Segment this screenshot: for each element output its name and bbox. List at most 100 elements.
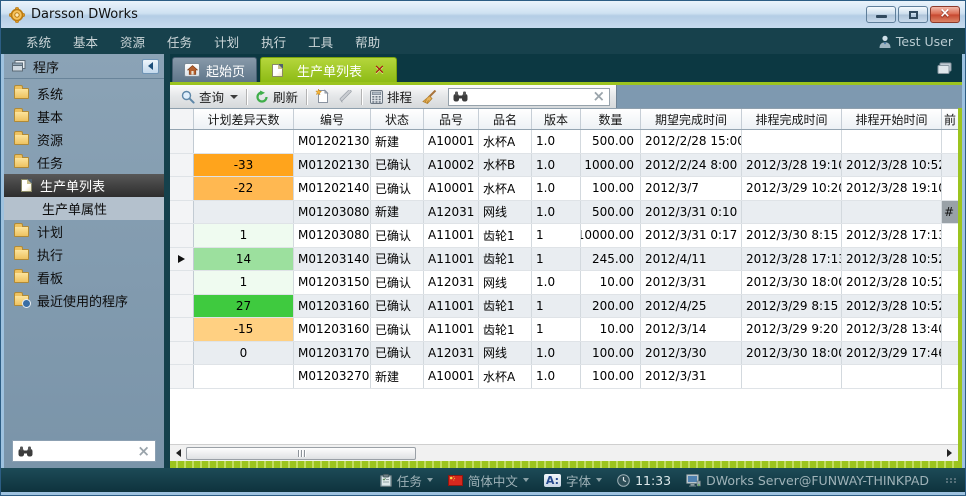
refresh-icon bbox=[255, 90, 269, 104]
sidebar-collapse-button[interactable] bbox=[142, 59, 159, 74]
status-task-menu[interactable]: 任务 bbox=[380, 471, 433, 490]
table-row[interactable]: 14M012031402已确认A11001齿轮11245.002012/4/11… bbox=[170, 248, 958, 272]
sidebar-item-资源[interactable]: 资源 bbox=[4, 128, 164, 151]
tab-close-icon[interactable]: ✕ bbox=[374, 63, 385, 78]
column-header-4[interactable]: 品名 bbox=[479, 109, 532, 129]
row-selector[interactable] bbox=[170, 177, 194, 200]
window-list-icon[interactable] bbox=[937, 62, 952, 74]
sidebar-item-基本[interactable]: 基本 bbox=[4, 105, 164, 128]
clean-button[interactable] bbox=[417, 87, 442, 107]
sidebar-search-input[interactable] bbox=[37, 443, 133, 459]
table-row[interactable]: -33M012021302已确认A10002水杯B1.01000.002012/… bbox=[170, 154, 958, 178]
cell: 2012/2/28 15:00 bbox=[641, 130, 742, 153]
scroll-left-icon[interactable] bbox=[171, 446, 186, 461]
column-header-7[interactable]: 期望完成时间 bbox=[641, 109, 742, 129]
title-bar: Darsson DWorks × bbox=[1, 1, 965, 28]
sidebar-item-系统[interactable]: 系统 bbox=[4, 82, 164, 105]
new-record-button[interactable] bbox=[310, 87, 334, 107]
sidebar-item-生产单列表[interactable]: 生产单列表 bbox=[4, 174, 164, 197]
sidebar-search-clear-icon[interactable]: × bbox=[137, 444, 150, 459]
menu-item-1[interactable]: 基本 bbox=[62, 32, 109, 51]
toolbar-search-clear-icon[interactable]: × bbox=[592, 89, 605, 104]
tab-label: 生产单列表 bbox=[297, 61, 362, 80]
cell: 1.0 bbox=[532, 365, 581, 388]
binoculars-icon bbox=[453, 91, 468, 102]
cell: 245.00 bbox=[581, 248, 641, 271]
row-selector[interactable] bbox=[170, 318, 194, 341]
resize-grip[interactable] bbox=[946, 478, 957, 483]
sidebar-item-执行[interactable]: 执行 bbox=[4, 243, 164, 266]
user-box[interactable]: Test User bbox=[879, 34, 953, 49]
cell bbox=[742, 130, 842, 153]
tab-start-page[interactable]: 起始页 bbox=[172, 57, 257, 82]
tab-production-order-list[interactable]: 生产单列表 ✕ bbox=[260, 57, 397, 82]
cell: 2012/3/31 0:17 bbox=[641, 224, 742, 247]
chevron-down-icon bbox=[596, 478, 602, 482]
cell: 2012/3/30 bbox=[641, 342, 742, 365]
schedule-button[interactable]: 排程 bbox=[365, 87, 417, 107]
scrollbar-thumb[interactable] bbox=[186, 447, 416, 460]
column-header-8[interactable]: 排程完成时间 bbox=[742, 109, 842, 129]
menu-item-4[interactable]: 计划 bbox=[203, 32, 250, 51]
menu-bar: 系统基本资源任务计划执行工具帮助 Test User bbox=[1, 28, 965, 54]
horizontal-scrollbar[interactable] bbox=[170, 444, 958, 461]
edit-button[interactable] bbox=[334, 87, 358, 107]
status-language-menu[interactable]: 简体中文 bbox=[448, 471, 529, 490]
menu-item-3[interactable]: 任务 bbox=[156, 32, 203, 51]
menu-item-2[interactable]: 资源 bbox=[109, 32, 156, 51]
sidebar-item-任务[interactable]: 任务 bbox=[4, 151, 164, 174]
menu-item-6[interactable]: 工具 bbox=[297, 32, 344, 51]
menu-item-7[interactable]: 帮助 bbox=[344, 32, 391, 51]
main-content: 起始页 生产单列表 ✕ bbox=[170, 54, 962, 468]
task-label: 任务 bbox=[397, 471, 422, 490]
row-selector[interactable] bbox=[170, 224, 194, 247]
column-header-0[interactable]: 计划差异天数 bbox=[194, 109, 294, 129]
table-row[interactable]: M012030801新建A12031网线1.0500.002012/3/31 0… bbox=[170, 201, 958, 225]
table-row[interactable]: M012032701新建A10001水杯A1.0100.002012/3/31 bbox=[170, 365, 958, 389]
row-selector[interactable] bbox=[170, 154, 194, 177]
row-selector[interactable] bbox=[170, 201, 194, 224]
table-row[interactable]: 1M012031501已确认A12031网线1.010.002012/3/312… bbox=[170, 271, 958, 295]
table-row[interactable]: -22M012021401已确认A10001水杯A1.0100.002012/3… bbox=[170, 177, 958, 201]
cell: 1.0 bbox=[532, 342, 581, 365]
maximize-button[interactable] bbox=[898, 6, 928, 23]
minimize-button[interactable] bbox=[866, 6, 896, 23]
status-font-menu[interactable]: A: 字体 bbox=[544, 471, 602, 490]
status-server: DWorks Server@FUNWAY-THINKPAD bbox=[686, 473, 929, 488]
table-row[interactable]: 0M012031701已确认A12031网线1.0100.002012/3/30… bbox=[170, 342, 958, 366]
column-header-5[interactable]: 版本 bbox=[532, 109, 581, 129]
row-selector[interactable] bbox=[170, 342, 194, 365]
sidebar-item-计划[interactable]: 计划 bbox=[4, 220, 164, 243]
scroll-right-icon[interactable] bbox=[942, 446, 957, 461]
row-selector[interactable] bbox=[170, 248, 194, 271]
column-header-9[interactable]: 排程开始时间 bbox=[842, 109, 942, 129]
row-selector[interactable] bbox=[170, 271, 194, 294]
sidebar-item-看板[interactable]: 看板 bbox=[4, 266, 164, 289]
cell-marker bbox=[942, 271, 958, 294]
close-button[interactable]: × bbox=[930, 6, 960, 23]
sidebar: 程序 系统基本资源任务生产单列表生产单属性计划执行看板最近使用的程序 × bbox=[4, 54, 164, 468]
menu-item-5[interactable]: 执行 bbox=[250, 32, 297, 51]
column-header-3[interactable]: 品号 bbox=[424, 109, 479, 129]
query-button[interactable]: 查询 bbox=[176, 87, 243, 107]
cell: 500.00 bbox=[581, 201, 641, 224]
column-header-2[interactable]: 状态 bbox=[371, 109, 424, 129]
table-row[interactable]: M012021301新建A10001水杯A1.0500.002012/2/28 … bbox=[170, 130, 958, 154]
column-header-1[interactable]: 编号 bbox=[294, 109, 371, 129]
row-selector[interactable] bbox=[170, 130, 194, 153]
cell: 10.00 bbox=[581, 318, 641, 341]
cell: 已确认 bbox=[371, 154, 424, 177]
menu-item-0[interactable]: 系统 bbox=[15, 32, 62, 51]
refresh-button[interactable]: 刷新 bbox=[250, 87, 303, 107]
toolbar-search-input[interactable] bbox=[472, 89, 588, 105]
table-row[interactable]: 1M012030802已确认A11001齿轮1110000.002012/3/3… bbox=[170, 224, 958, 248]
cell: 10.00 bbox=[581, 271, 641, 294]
column-header-10[interactable]: 前 bbox=[942, 109, 958, 129]
column-header-6[interactable]: 数量 bbox=[581, 109, 641, 129]
table-row[interactable]: -15M012031602已确认A11001齿轮1110.002012/3/14… bbox=[170, 318, 958, 342]
row-selector[interactable] bbox=[170, 295, 194, 318]
row-selector[interactable] bbox=[170, 365, 194, 388]
sidebar-item-最近使用的程序[interactable]: 最近使用的程序 bbox=[4, 289, 164, 312]
sidebar-item-生产单属性[interactable]: 生产单属性 bbox=[4, 197, 164, 220]
table-row[interactable]: 27M012031601已确认A11001齿轮11200.002012/4/25… bbox=[170, 295, 958, 319]
